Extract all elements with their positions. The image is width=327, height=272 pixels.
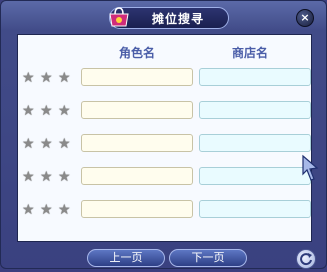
star-icon[interactable]: ★ [22,137,36,151]
rating-stars[interactable]: ★ ★ ★ [22,104,72,118]
shop-name-input[interactable] [199,167,311,185]
dialog-title: 摊位搜寻 [151,11,204,26]
rating-stars[interactable]: ★ ★ ★ [22,203,72,217]
star-icon[interactable]: ★ [40,203,54,217]
close-icon: × [300,11,310,24]
role-name-input[interactable] [81,134,193,152]
stall-search-window: 摊位搜寻 × 角色名 商店名 ★ ★ ★ ★ ★ ★ ★ ★ ★ ★ ★ ★ ★… [0,0,327,269]
star-icon[interactable]: ★ [58,203,72,217]
shop-name-input[interactable] [199,101,311,119]
star-icon[interactable]: ★ [58,104,72,118]
rating-stars[interactable]: ★ ★ ★ [22,170,72,184]
star-icon[interactable]: ★ [40,71,54,85]
prev-page-button[interactable]: 上一页 [87,249,165,267]
shop-name-header: 商店名 [232,46,269,60]
role-name-input[interactable] [81,200,193,218]
shop-name-input[interactable] [199,134,311,152]
shop-bag-icon [106,5,132,29]
next-page-button[interactable]: 下一页 [169,249,247,267]
star-icon[interactable]: ★ [58,170,72,184]
mouse-cursor-icon [301,154,319,182]
star-icon[interactable]: ★ [22,203,36,217]
rating-stars[interactable]: ★ ★ ★ [22,137,72,151]
star-icon[interactable]: ★ [40,137,54,151]
star-icon[interactable]: ★ [40,170,54,184]
role-name-input[interactable] [81,68,193,86]
title-bar: 摊位搜寻 [109,7,229,29]
star-icon[interactable]: ★ [22,170,36,184]
close-button[interactable]: × [296,9,314,27]
refresh-button[interactable] [296,249,316,269]
star-icon[interactable]: ★ [58,71,72,85]
star-icon[interactable]: ★ [58,137,72,151]
star-icon[interactable]: ★ [22,71,36,85]
role-name-header: 角色名 [119,46,156,60]
rating-stars[interactable]: ★ ★ ★ [22,71,72,85]
role-name-input[interactable] [81,167,193,185]
refresh-icon [300,253,312,266]
star-icon[interactable]: ★ [22,104,36,118]
search-panel: 角色名 商店名 ★ ★ ★ ★ ★ ★ ★ ★ ★ ★ ★ ★ ★ ★ ★ [17,34,312,242]
shop-name-input[interactable] [199,68,311,86]
shop-name-input[interactable] [199,200,311,218]
star-icon[interactable]: ★ [40,104,54,118]
role-name-input[interactable] [81,101,193,119]
